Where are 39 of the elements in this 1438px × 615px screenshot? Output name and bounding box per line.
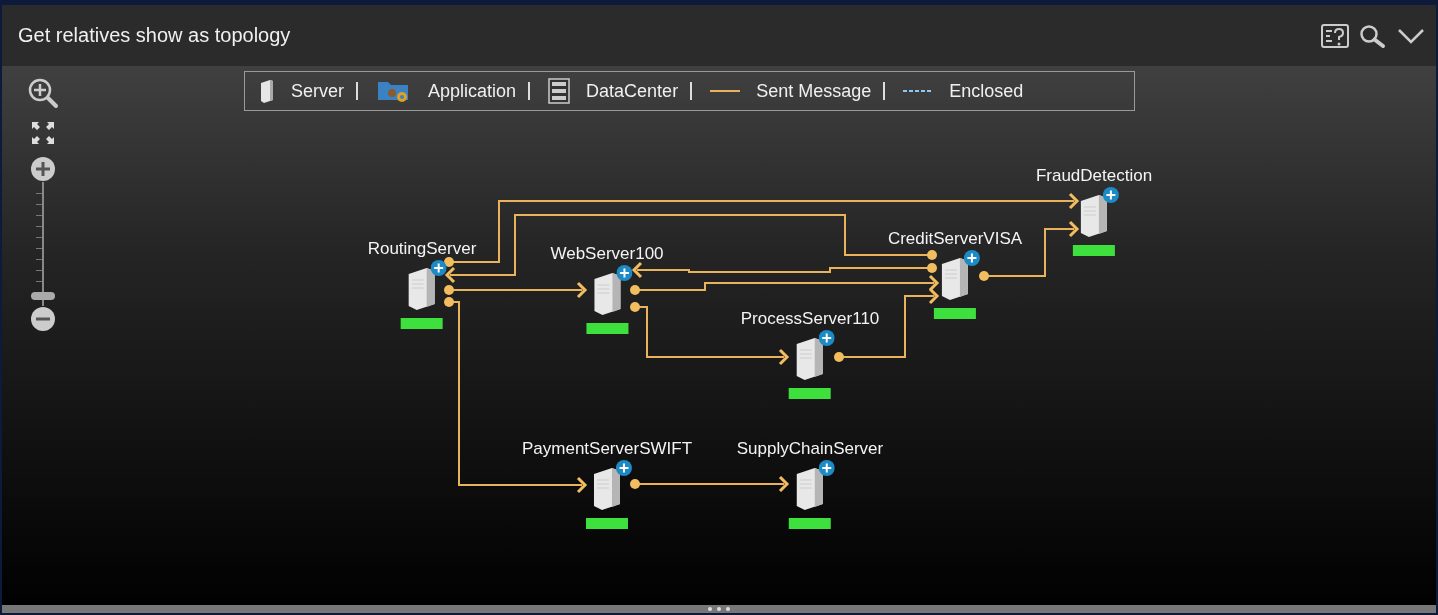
server-icon[interactable] — [940, 256, 970, 300]
expand-icon[interactable] — [964, 250, 980, 266]
node-label: ProcessServer110 — [740, 310, 880, 328]
zoom-minus-icon[interactable] — [30, 306, 56, 332]
window-title: Get relatives show as topology — [18, 24, 291, 47]
legend-label: DataCenter — [586, 80, 679, 102]
expand-icon[interactable] — [431, 260, 447, 276]
expand-icon[interactable] — [616, 265, 632, 281]
server-icon[interactable] — [407, 266, 437, 310]
node-label: CreditServerVISA — [887, 230, 1023, 248]
server-icon[interactable] — [795, 466, 825, 510]
node-label: FraudDetection — [1035, 167, 1153, 185]
expand-icon[interactable] — [1103, 187, 1119, 203]
expand-icon[interactable] — [819, 460, 835, 476]
legend-label: Sent Message — [756, 80, 872, 102]
node-label: RoutingServer — [367, 240, 477, 258]
node-label: PaymentServerSWIFT — [522, 440, 692, 458]
server-icon — [259, 78, 275, 104]
node-label: SupplyChainServer — [736, 440, 884, 458]
node-label: WebServer100 — [550, 245, 664, 263]
server-icon[interactable] — [592, 271, 622, 315]
expand-icon[interactable] — [616, 460, 632, 476]
search-icon[interactable] — [1358, 22, 1388, 49]
legend-label: Server — [291, 80, 344, 102]
server-icon[interactable] — [592, 466, 622, 510]
help-icon[interactable] — [1320, 22, 1350, 49]
legend-label: Enclosed — [949, 80, 1024, 102]
zoom-slider-thumb[interactable] — [31, 292, 55, 301]
solid-line-icon — [710, 89, 741, 93]
zoom-in-icon[interactable] — [26, 76, 60, 110]
dashed-line-icon — [903, 89, 934, 93]
expand-icon[interactable] — [819, 330, 835, 346]
server-icon[interactable] — [1079, 193, 1109, 237]
legend-label: Application — [428, 80, 517, 102]
rack-icon — [548, 78, 571, 104]
fit-to-screen-icon[interactable] — [30, 120, 56, 146]
zoom-plus-icon[interactable] — [30, 156, 56, 182]
server-icon[interactable] — [795, 336, 825, 380]
resize-handle[interactable] — [2, 605, 1436, 613]
